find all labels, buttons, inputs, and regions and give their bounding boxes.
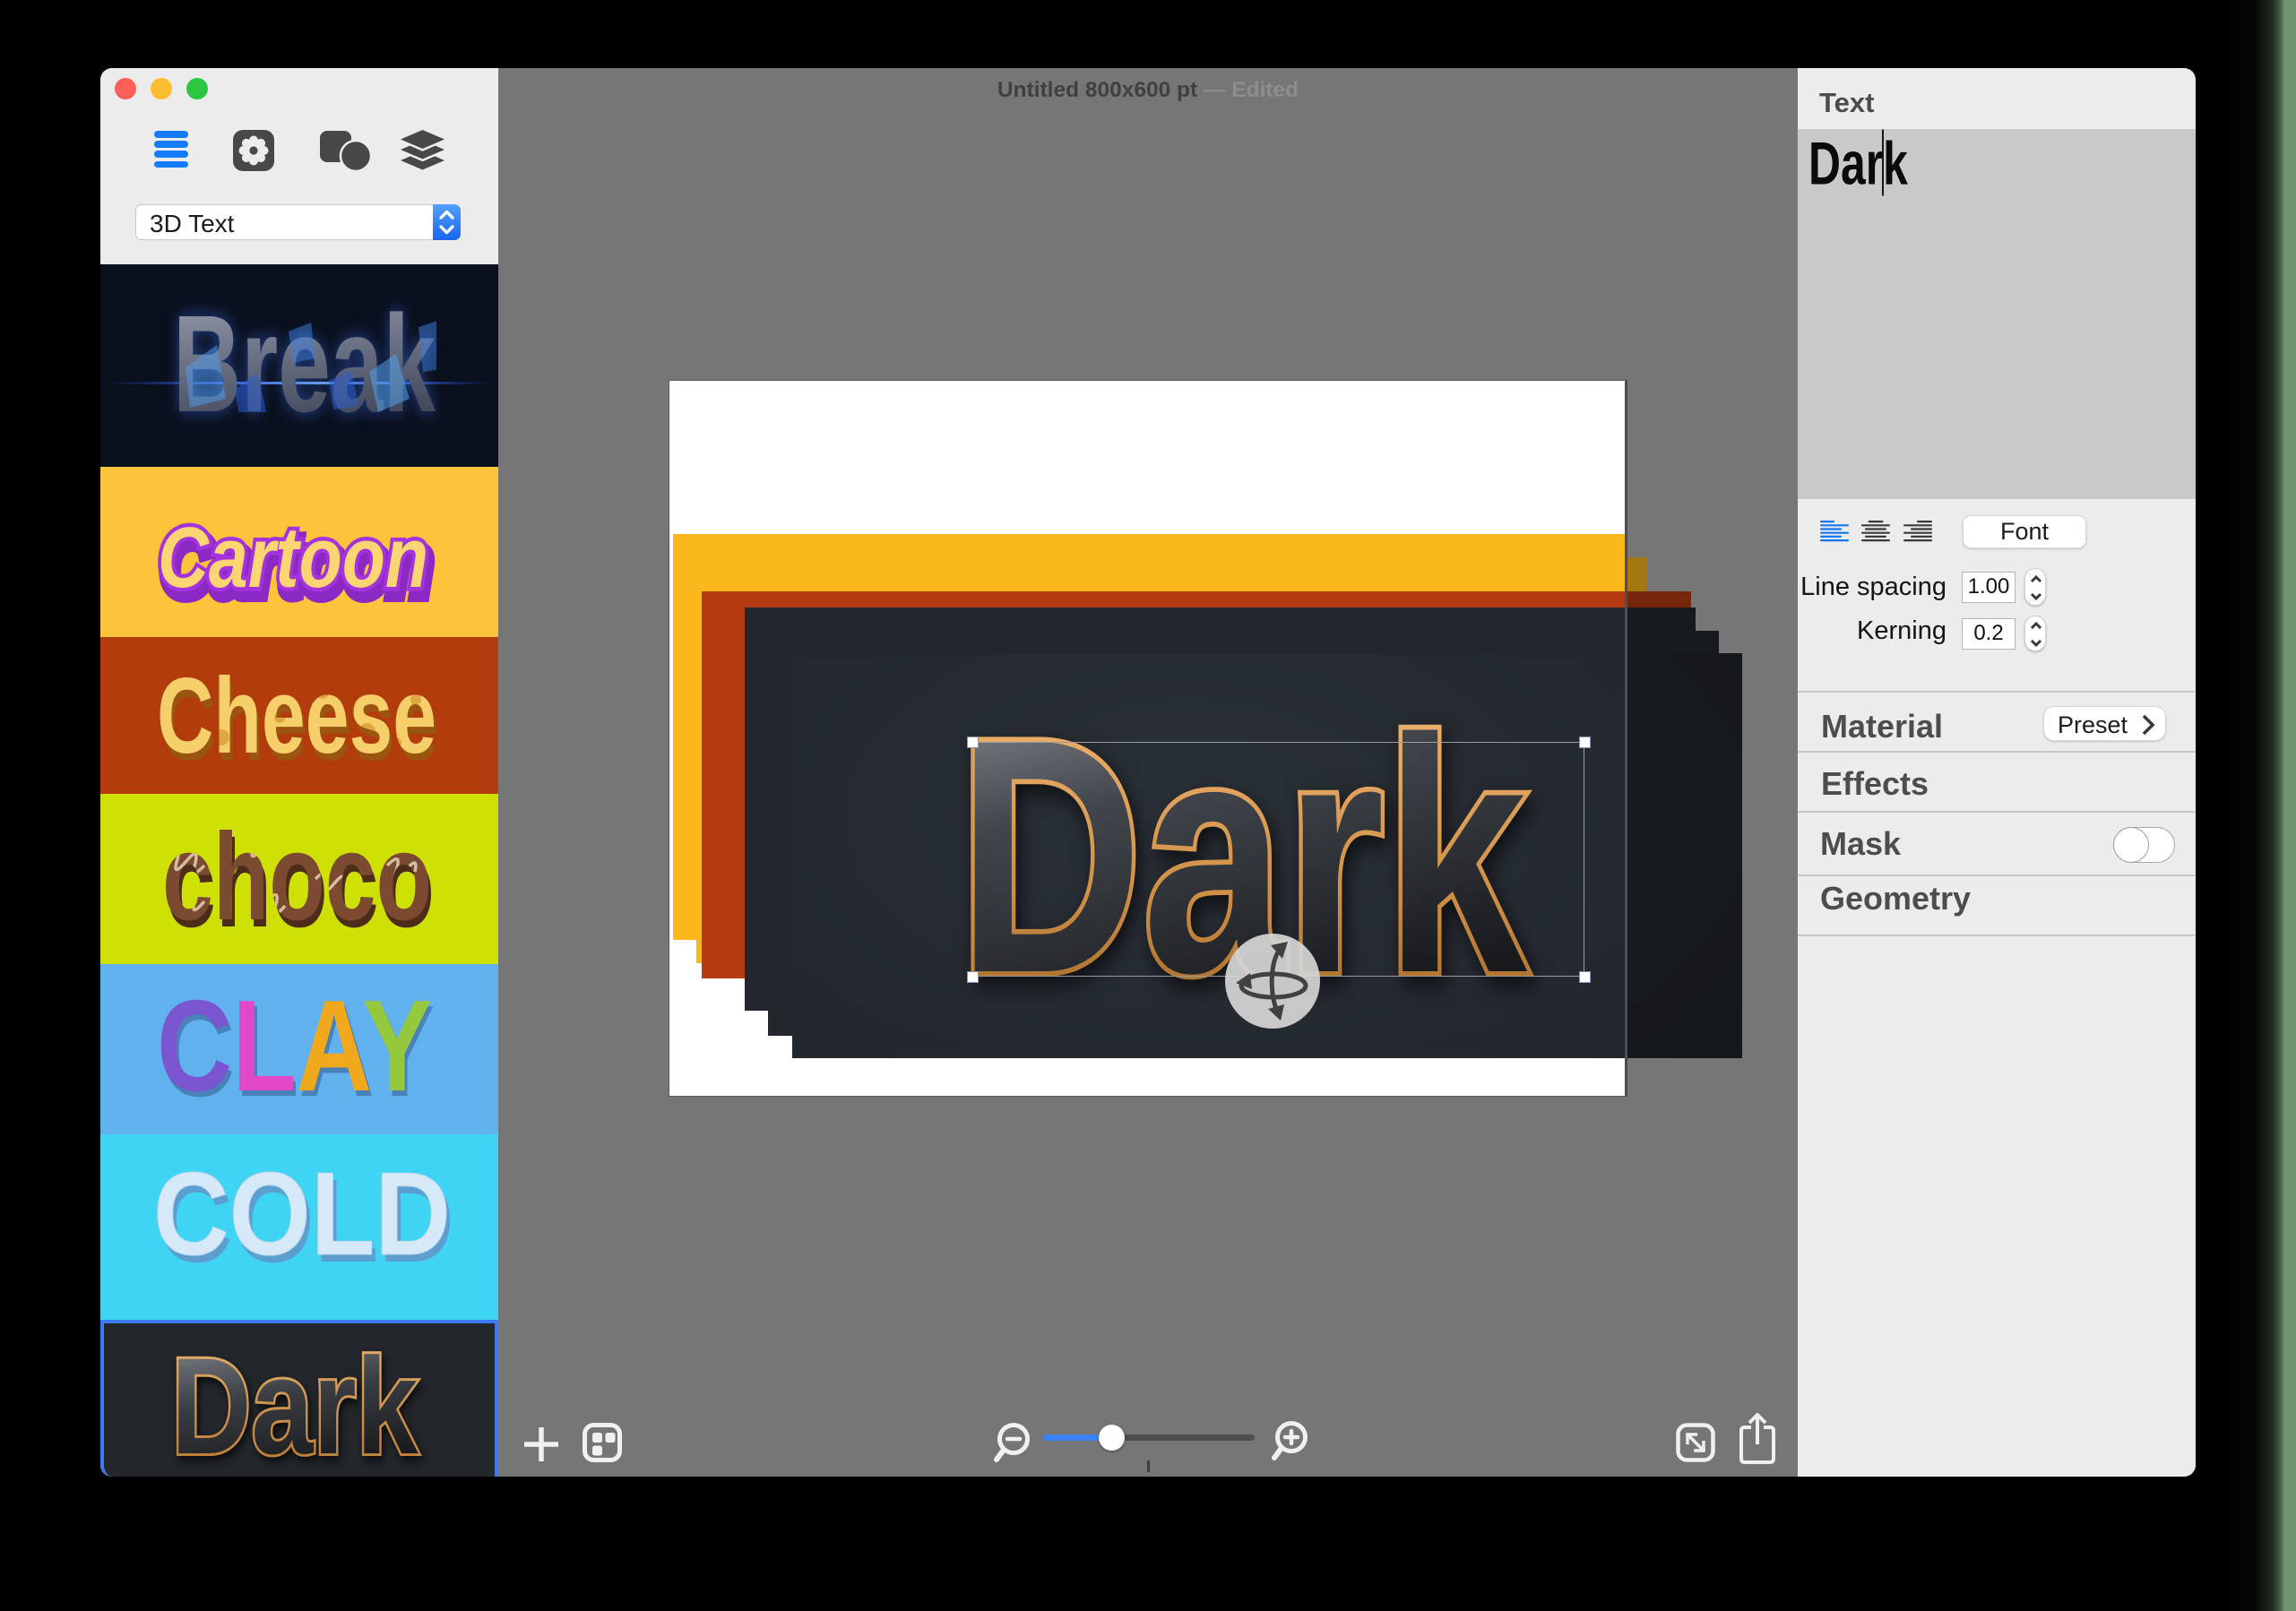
svg-text:CLAY: CLAY — [157, 973, 432, 1118]
svg-text:Dark: Dark — [1808, 129, 1909, 197]
svg-text:Cartoon: Cartoon — [158, 510, 428, 606]
svg-text:Dark: Dark — [171, 1330, 419, 1477]
svg-text:Cheese: Cheese — [157, 656, 436, 776]
svg-text:COLD: COLD — [153, 1148, 451, 1279]
svg-text:choco: choco — [162, 808, 432, 946]
